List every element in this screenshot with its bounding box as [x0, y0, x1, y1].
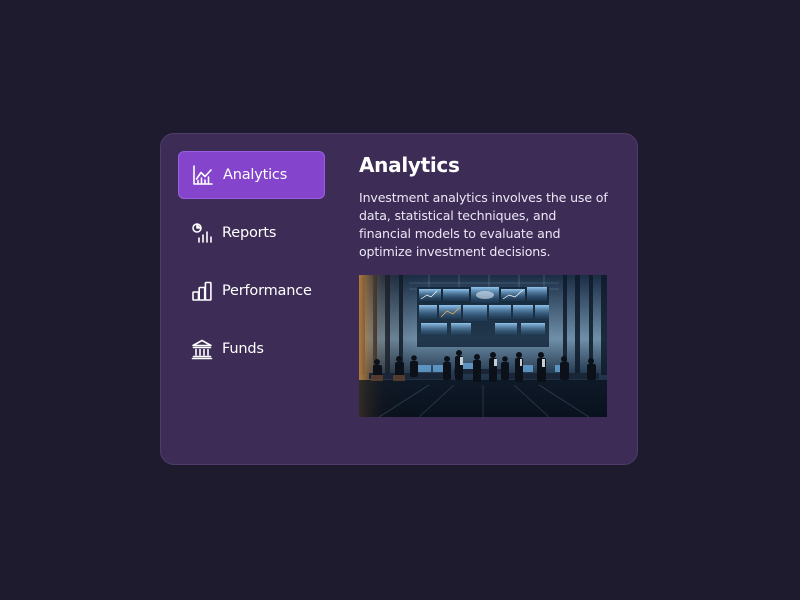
analytics-card: Analytics Reports Performance Funds Anal… — [160, 133, 638, 465]
sidebar-nav: Analytics Reports Performance Funds — [178, 151, 325, 383]
bank-icon — [191, 338, 213, 360]
report-chart-icon — [191, 222, 213, 244]
analytics-photo — [359, 275, 607, 417]
chart-line-icon — [192, 164, 214, 186]
description-text: Investment analytics involves the use of… — [359, 190, 608, 259]
nav-item-analytics[interactable]: Analytics — [178, 151, 325, 199]
bar-chart-icon — [191, 280, 213, 302]
nav-label-performance: Performance — [222, 283, 312, 299]
nav-label-reports: Reports — [222, 225, 277, 241]
nav-item-reports[interactable]: Reports — [178, 209, 325, 257]
content-panel: Analytics Investment analytics involves … — [359, 151, 609, 261]
nav-label-analytics: Analytics — [223, 167, 288, 183]
nav-item-performance[interactable]: Performance — [178, 267, 325, 315]
nav-label-funds: Funds — [222, 341, 264, 357]
nav-item-funds[interactable]: Funds — [178, 325, 325, 373]
page-title: Analytics — [359, 153, 460, 177]
